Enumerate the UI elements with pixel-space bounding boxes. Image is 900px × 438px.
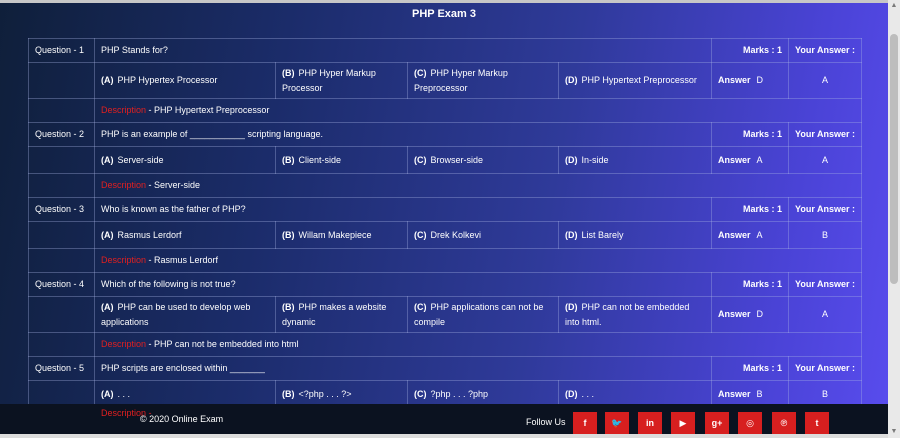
correct-answer: Answer D — [711, 62, 789, 99]
empty-cell — [28, 98, 95, 123]
option-c[interactable]: (C) Drek Kolkevi — [407, 221, 559, 249]
marks-label: Marks : 1 — [711, 122, 789, 147]
empty-cell — [28, 248, 95, 273]
page-title: PHP Exam 3 — [411, 8, 476, 20]
question-number: Question - 1 — [28, 38, 95, 63]
follow-us-label: Follow Us — [526, 417, 566, 427]
marks-label: Marks : 1 — [711, 272, 789, 297]
your-answer-label: Your Answer : — [788, 356, 862, 381]
option-b[interactable]: (B) PHP Hyper Markup Processor — [275, 62, 408, 99]
question-text: Who is known as the father of PHP? — [94, 197, 712, 222]
description-row: Description - PHP can not be embedded in… — [28, 332, 862, 357]
pinterest-icon[interactable]: ℗ — [772, 412, 796, 434]
question-text: Which of the following is not true? — [94, 272, 712, 297]
your-answer-label: Your Answer : — [788, 38, 862, 63]
option-d[interactable]: (D) PHP can not be embedded into html. — [558, 296, 712, 333]
question-number: Question - 3 — [28, 197, 95, 222]
google-plus-icon[interactable]: g+ — [705, 412, 729, 434]
option-b[interactable]: (B) PHP makes a website dynamic — [275, 296, 408, 333]
question-text: PHP is an example of ___________ scripti… — [94, 122, 712, 147]
your-answer-value: A — [788, 296, 862, 333]
empty-cell — [28, 173, 95, 198]
options-row: (A) Rasmus Lerdorf (B) Willam Makepiece (C… — [28, 221, 862, 249]
youtube-icon[interactable]: ▶ — [671, 412, 695, 434]
bottom-border — [0, 434, 888, 438]
description-row: Description - Server-side — [28, 173, 862, 198]
vertical-scrollbar[interactable]: ▲ ▼ — [888, 0, 900, 438]
correct-answer: Answer A — [711, 221, 789, 249]
empty-cell — [28, 62, 95, 99]
scroll-down-icon[interactable]: ▼ — [890, 428, 898, 436]
option-a[interactable]: (A) Server-side — [94, 146, 276, 174]
instagram-icon[interactable]: ◎ — [738, 412, 762, 434]
empty-cell — [28, 332, 95, 357]
question-row: Question - 3 Who is known as the father … — [28, 197, 862, 222]
question-text: PHP Stands for? — [94, 38, 712, 63]
option-b[interactable]: (B) Client-side — [275, 146, 408, 174]
option-d[interactable]: (D) PHP Hypertext Preprocessor — [558, 62, 712, 99]
correct-answer: Answer D — [711, 296, 789, 333]
empty-cell — [28, 146, 95, 174]
description-text: Description - Rasmus Lerdorf — [94, 248, 862, 273]
marks-label: Marks : 1 — [711, 38, 789, 63]
option-d[interactable]: (D) List Barely — [558, 221, 712, 249]
option-b[interactable]: (B) Willam Makepiece — [275, 221, 408, 249]
question-number: Question - 2 — [28, 122, 95, 147]
scroll-thumb[interactable] — [890, 34, 898, 284]
option-c[interactable]: (C) PHP Hyper Markup Preprocessor — [407, 62, 559, 99]
your-answer-value: A — [788, 146, 862, 174]
linkedin-icon[interactable]: in — [638, 412, 662, 434]
your-answer-label: Your Answer : — [788, 272, 862, 297]
your-answer-value: B — [788, 221, 862, 249]
your-answer-label: Your Answer : — [788, 197, 862, 222]
option-c[interactable]: (C) PHP applications can not be compile — [407, 296, 559, 333]
description-row: Description - PHP Hypertext Preprocessor — [28, 98, 862, 123]
empty-cell — [28, 296, 95, 333]
marks-label: Marks : 1 — [711, 356, 789, 381]
twitter-icon[interactable]: 🐦 — [605, 412, 629, 434]
your-answer-label: Your Answer : — [788, 122, 862, 147]
copyright: © 2020 Online Exam — [140, 414, 224, 424]
options-row: (A) PHP can be used to develop web applic… — [28, 296, 862, 333]
question-row: Question - 1 PHP Stands for? Marks : 1 Y… — [28, 38, 862, 63]
tumblr-icon[interactable]: t — [805, 412, 829, 434]
description-text: Description - Server-side — [94, 173, 862, 198]
top-border — [0, 0, 888, 3]
description-row: Description - Rasmus Lerdorf — [28, 248, 862, 273]
exam-table: Question - 1 PHP Stands for? Marks : 1 Y… — [28, 38, 862, 408]
option-a[interactable]: (A) PHP Hypertex Processor — [94, 62, 276, 99]
facebook-icon[interactable]: f — [573, 412, 597, 434]
question-row: Question - 5 PHP scripts are enclosed wi… — [28, 356, 862, 381]
option-a[interactable]: (A) PHP can be used to develop web applic… — [94, 296, 276, 333]
option-d[interactable]: (D) In-side — [558, 146, 712, 174]
empty-cell — [28, 221, 95, 249]
description-text: Description - PHP Hypertext Preprocessor — [94, 98, 862, 123]
question-number: Question - 5 — [28, 356, 95, 381]
options-row: (A) Server-side (B) Client-side (C) Browser… — [28, 146, 862, 174]
options-row: (A) PHP Hypertex Processor (B) PHP Hyper M… — [28, 62, 862, 99]
option-c[interactable]: (C) Browser-side — [407, 146, 559, 174]
option-a[interactable]: (A) Rasmus Lerdorf — [94, 221, 276, 249]
scroll-up-icon[interactable]: ▲ — [890, 2, 898, 10]
question-row: Question - 4 Which of the following is n… — [28, 272, 862, 297]
marks-label: Marks : 1 — [711, 197, 789, 222]
correct-answer: Answer A — [711, 146, 789, 174]
description-text: Description - PHP can not be embedded in… — [94, 332, 862, 357]
your-answer-value: A — [788, 62, 862, 99]
question-number: Question - 4 — [28, 272, 95, 297]
question-row: Question - 2 PHP is an example of ______… — [28, 122, 862, 147]
question-text: PHP scripts are enclosed within _______ — [94, 356, 712, 381]
